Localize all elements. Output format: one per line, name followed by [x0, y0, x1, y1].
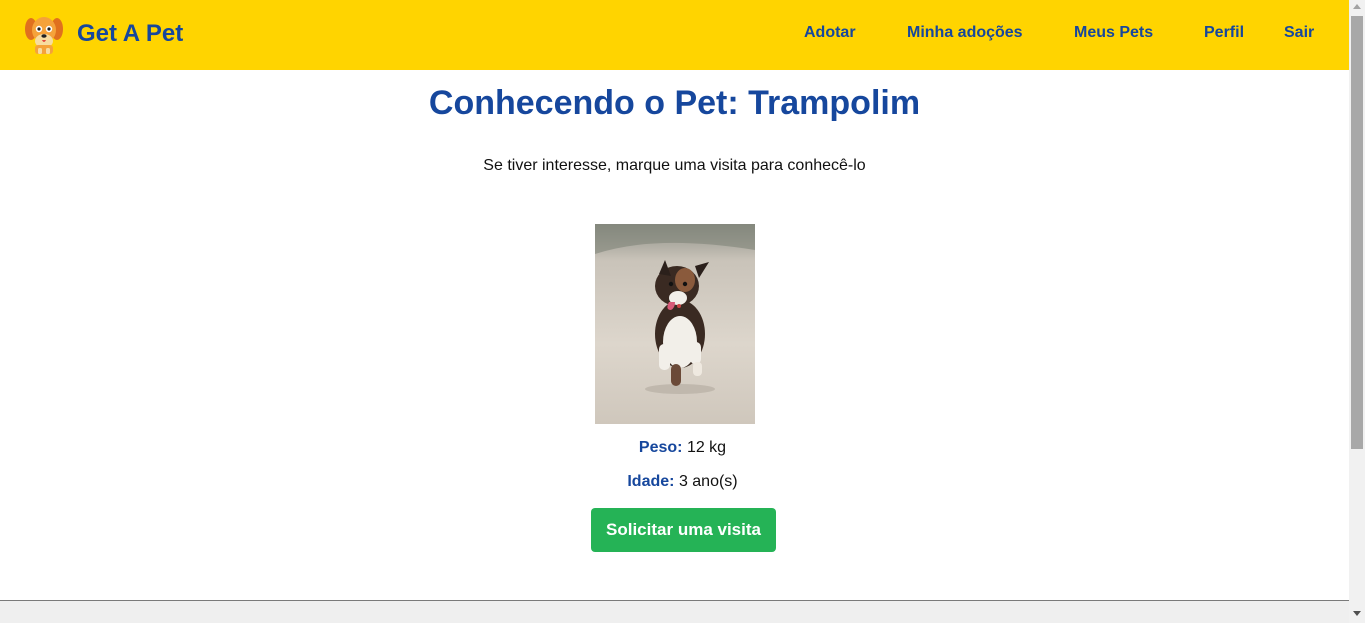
page-title: Conhecendo o Pet: Trampolim	[428, 84, 921, 122]
vertical-scrollbar[interactable]	[1349, 0, 1365, 623]
brand-name: Get A Pet	[77, 20, 184, 47]
age-value: 3 ano(s)	[678, 473, 738, 490]
nav-link-meus-pets[interactable]: Meus Pets	[1074, 24, 1153, 42]
weight-value: 12 kg	[686, 439, 727, 456]
page-subtitle: Se tiver interesse, marque uma visita pa…	[483, 157, 866, 174]
scroll-up-arrow-icon[interactable]	[1353, 4, 1361, 9]
pet-weight: Peso: 12 kg	[0, 439, 1365, 457]
weight-label: Peso:	[638, 439, 683, 456]
nav-link-adotar[interactable]: Adotar	[804, 24, 856, 42]
pet-age: Idade: 3 ano(s)	[0, 473, 1365, 491]
pet-photo	[595, 224, 755, 424]
scroll-down-arrow-icon[interactable]	[1353, 611, 1361, 616]
nav-link-perfil[interactable]: Perfil	[1204, 24, 1244, 42]
footer	[0, 600, 1349, 623]
nav-link-sair[interactable]: Sair	[1284, 24, 1314, 42]
scroll-thumb[interactable]	[1351, 16, 1363, 449]
navbar: Get A Pet Adotar Minha adoções Meus Pets…	[0, 0, 1349, 70]
request-visit-button[interactable]: Solicitar uma visita	[591, 508, 776, 552]
age-label: Idade:	[627, 473, 675, 490]
brand[interactable]: Get A Pet	[24, 13, 183, 55]
dog-logo-icon	[25, 17, 63, 54]
nav-link-minhas-adocoes[interactable]: Minha adoções	[907, 24, 1023, 42]
